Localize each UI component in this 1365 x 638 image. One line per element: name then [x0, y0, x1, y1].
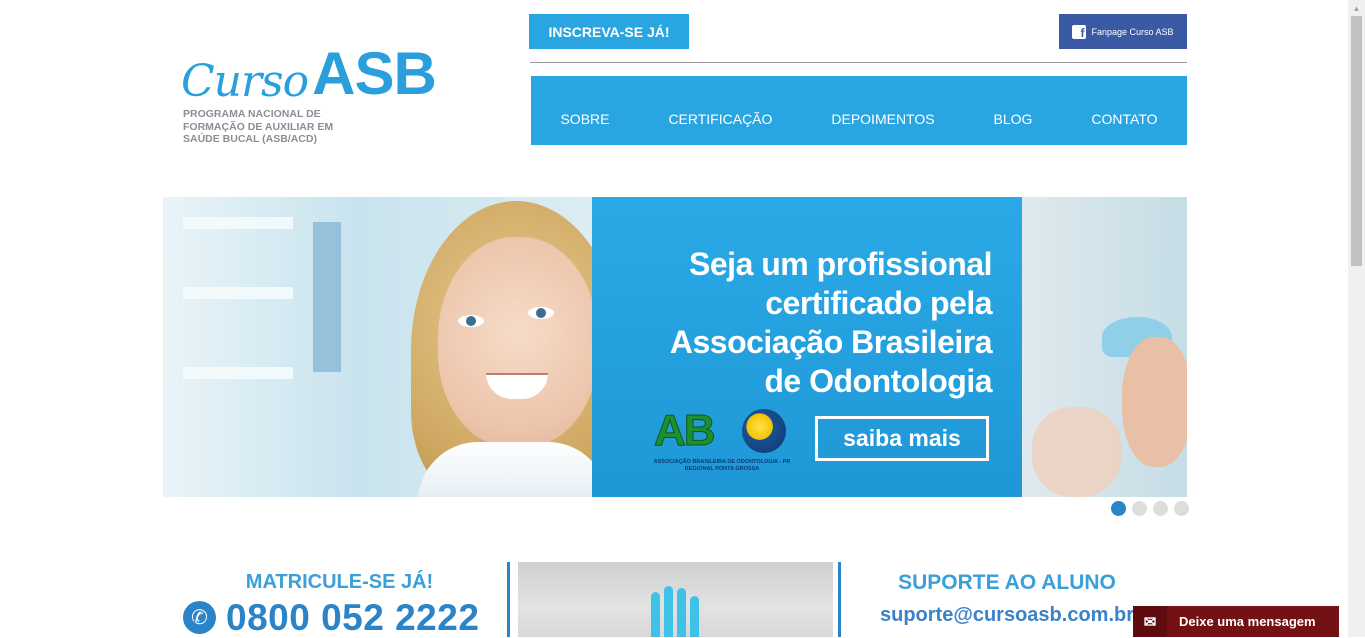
column-divider — [838, 562, 841, 637]
matricule-title: MATRICULE-SE JÁ! — [245, 571, 434, 593]
slider-dot-1[interactable] — [1111, 501, 1126, 516]
column-divider — [507, 562, 510, 637]
slider-dot-2[interactable] — [1132, 501, 1147, 516]
finger-shape — [651, 592, 660, 637]
abo-caption-line: REGIONAL PONTA GROSSA — [684, 466, 760, 472]
phone-contact[interactable]: ✆ 0800 052 2222 — [183, 599, 479, 636]
banner-blue-panel: Seja um profissional certificado pela As… — [592, 197, 1022, 497]
model-coat — [418, 442, 608, 497]
banner-photo-left — [163, 197, 621, 497]
main-nav: SOBRE CERTIFICAÇÃO DEPOIMENTOS BLOG CONT… — [531, 76, 1187, 145]
site-logo[interactable]: Curso ASB — [181, 40, 437, 107]
logo-tagline: PROGRAMA NACIONAL DE FORMAÇÃO DE AUXILIA… — [183, 108, 334, 145]
shelf-decoration — [183, 287, 293, 299]
hand-image — [518, 562, 833, 637]
fanpage-button[interactable]: f Fanpage Curso ASB — [1059, 14, 1187, 49]
abo-logo-text: AB — [654, 406, 717, 455]
scrollbar-thumb[interactable] — [1351, 16, 1362, 266]
abo-caption-line: ASSOCIAÇÃO BRASILEIRA DE ODONTOLOGIA - P… — [653, 459, 791, 465]
slider-dot-3[interactable] — [1153, 501, 1168, 516]
headline-line: de Odontologia — [764, 363, 992, 399]
abo-globe-icon — [742, 409, 786, 453]
finger-shape — [664, 586, 673, 637]
suporte-email-link[interactable]: suporte@cursoasb.com.br — [880, 604, 1134, 627]
slider-dot-4[interactable] — [1174, 501, 1189, 516]
banner-photo-right — [1022, 197, 1187, 497]
nav-item-certificacao[interactable]: CERTIFICAÇÃO — [668, 95, 772, 127]
headline-line: Associação Brasileira — [669, 324, 993, 360]
banner-headline: Seja um profissional certificado pela As… — [592, 245, 993, 401]
slider-pagination — [1111, 501, 1189, 516]
hero-slider[interactable]: Seja um profissional certificado pela As… — [163, 197, 1187, 497]
shelf-decoration — [183, 367, 293, 379]
finger-shape — [677, 588, 686, 637]
suporte-title: SUPORTE AO ALUNO — [898, 571, 1116, 594]
chat-widget[interactable]: ✉ Deixe uma mensagem — [1133, 606, 1339, 637]
binder-decoration — [313, 222, 341, 372]
nav-item-blog[interactable]: BLOG — [994, 95, 1033, 127]
headline-line: Seja um profissional — [689, 246, 992, 282]
logo-curso-text: Curso — [181, 56, 309, 107]
phone-icon: ✆ — [183, 601, 216, 634]
model-eye — [528, 307, 554, 319]
nav-item-depoimentos[interactable]: DEPOIMENTOS — [831, 95, 934, 127]
fanpage-label: Fanpage Curso ASB — [1091, 26, 1174, 37]
header-divider — [530, 62, 1187, 63]
headline-line: certificado pela — [765, 285, 992, 321]
finger-shape — [690, 596, 699, 637]
scroll-up-arrow-icon[interactable]: ▲ — [1348, 0, 1365, 16]
chat-label: Deixe uma mensagem — [1179, 614, 1316, 629]
saiba-mais-button[interactable]: saiba mais — [815, 416, 989, 461]
nav-item-contato[interactable]: CONTATO — [1091, 95, 1157, 127]
dentist-figure — [1032, 407, 1122, 497]
dentist-face — [1122, 337, 1187, 467]
shelf-decoration — [183, 217, 293, 229]
model-face — [438, 237, 598, 447]
nav-item-sobre[interactable]: SOBRE — [560, 95, 609, 127]
model-eye — [458, 315, 484, 327]
facebook-icon: f — [1072, 24, 1087, 39]
phone-number: 0800 052 2222 — [226, 597, 480, 638]
envelope-icon: ✉ — [1133, 606, 1167, 637]
inscreva-button[interactable]: INSCREVA-SE JÁ! — [529, 14, 689, 49]
logo-asb-text: ASB — [312, 40, 437, 107]
abo-caption: ASSOCIAÇÃO BRASILEIRA DE ODONTOLOGIA - P… — [647, 459, 797, 473]
